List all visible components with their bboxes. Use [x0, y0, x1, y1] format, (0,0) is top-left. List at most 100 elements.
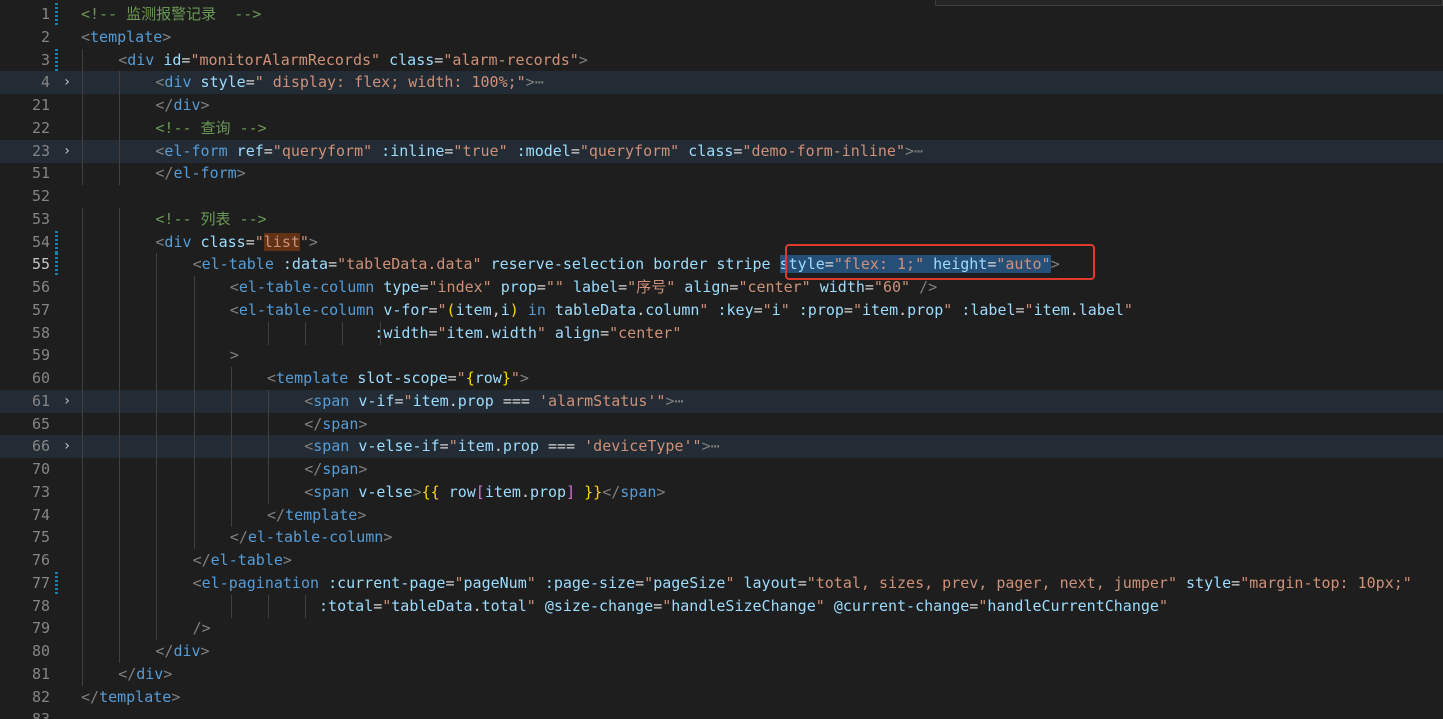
indent-guide — [230, 458, 232, 481]
code-token: " — [1158, 596, 1168, 615]
code-token: " — [692, 437, 702, 456]
code-content: <span v-else-if="item.prop === 'deviceTy… — [304, 435, 719, 458]
indent-guide — [230, 389, 232, 413]
code-line[interactable]: 80 </div> — [0, 640, 1443, 663]
code-content: </div> — [118, 663, 172, 686]
code-line[interactable]: 79 /> — [0, 617, 1443, 641]
code-line[interactable]: 78 :total="tableData.total" @size-change… — [0, 594, 1443, 618]
indent-guide — [82, 617, 83, 641]
indent-guide — [156, 412, 158, 436]
code-token: template — [90, 27, 163, 46]
code-line[interactable]: 51 </el-form> — [0, 162, 1443, 186]
code-token: " — [437, 300, 447, 319]
code-content: <template> — [81, 26, 171, 49]
code-token: " — [454, 573, 464, 592]
indent-guide — [119, 253, 121, 277]
code-line[interactable]: 3 <div id="monitorAlarmRecords" class="al… — [0, 48, 1443, 72]
code-token: " — [762, 300, 772, 319]
code-line[interactable]: 52 — [0, 185, 1443, 208]
fold-chevron-icon[interactable]: › — [60, 140, 74, 163]
code-token: </ — [229, 528, 248, 547]
code-line[interactable]: 22 <!-- 查询 --> — [0, 116, 1443, 140]
code-line[interactable]: 56 <el-table-column type="index" prop="" … — [0, 276, 1443, 299]
indent-guide — [119, 571, 121, 595]
line-number: 78 — [31, 596, 50, 615]
code-token: :prop — [798, 300, 844, 319]
fold-chevron-icon[interactable]: › — [60, 390, 74, 413]
code-editor[interactable]: 1 <!-- 监测报警记录 --> 2 <template> 3 <div id="mon… — [0, 0, 1443, 719]
code-token: > — [578, 50, 588, 69]
code-token: </ — [81, 687, 100, 706]
code-token: </ — [304, 460, 323, 478]
code-line[interactable]: 55 <el-table :data="tableData.data" reser… — [0, 253, 1443, 277]
indent-guide — [82, 298, 83, 322]
code-line[interactable]: 65 </span> — [0, 412, 1443, 436]
indent-guide — [82, 526, 83, 550]
code-line[interactable]: 57 <el-table-column v-for="(item,i) in ta… — [0, 298, 1443, 322]
code-token: " — [1024, 300, 1034, 319]
code-token: < — [192, 255, 202, 274]
code-token: item — [455, 300, 492, 319]
indent-guide — [119, 116, 121, 140]
code-token: 'deviceType' — [584, 437, 693, 456]
code-line[interactable]: 54 <div class="list"> — [0, 230, 1443, 254]
code-line[interactable]: 76 </el-table> — [0, 549, 1443, 572]
code-line[interactable]: 82 </template> — [0, 686, 1443, 709]
code-token: total — [481, 596, 527, 615]
code-line[interactable]: 53 <!-- 列表 --> — [0, 207, 1443, 231]
code-line[interactable]: 4 › <div style=" display: flex; width: 100… — [0, 71, 1443, 95]
code-content: </div> — [155, 94, 209, 117]
code-token: "index" — [428, 278, 492, 296]
fold-chevron-icon[interactable]: › — [60, 435, 74, 458]
indent-guide — [119, 389, 121, 413]
code-token: > — [162, 27, 172, 46]
code-line[interactable]: 81 </div> — [0, 662, 1443, 686]
code-token: < — [229, 300, 239, 319]
code-line[interactable]: 66 › <span v-else-if="item.prop === 'devic… — [0, 435, 1443, 459]
code-line[interactable]: 58 :width="item.width" align="center" — [0, 321, 1443, 345]
code-line[interactable]: 70 </span> — [0, 458, 1443, 481]
code-token: span — [620, 482, 657, 501]
code-line[interactable]: 60 <template slot-scope="{row}"> — [0, 367, 1443, 390]
code-token: /> — [919, 278, 938, 296]
code-content: </span> — [304, 458, 367, 481]
code-token: prop — [529, 482, 567, 501]
code-line[interactable]: 59 > — [0, 344, 1443, 368]
code-line[interactable]: 61 › <span v-if="item.prop === 'alarmStatu… — [0, 389, 1443, 413]
indent-guide — [156, 458, 158, 481]
code-line[interactable]: 75 </el-table-column> — [0, 526, 1443, 550]
code-token: = — [635, 573, 645, 592]
code-token: in — [527, 300, 546, 319]
line-number: 76 — [31, 551, 50, 569]
code-token: template — [276, 369, 349, 387]
indent-guide — [193, 367, 195, 390]
code-line[interactable]: 74 </template> — [0, 503, 1443, 527]
code-token: " — [299, 232, 309, 251]
code-line[interactable]: 2 <template> — [0, 26, 1443, 49]
code-line[interactable]: 21 </div> — [0, 94, 1443, 117]
code-line[interactable]: 23 › <el-form ref="queryform" :inline="tru… — [0, 139, 1443, 163]
code-token: > — [383, 528, 393, 547]
line-number: 59 — [31, 346, 50, 365]
indent-guide — [82, 344, 83, 368]
indent-guide — [268, 435, 269, 459]
code-token: = — [445, 573, 455, 592]
code-line[interactable]: 77 <el-pagination :current-page="pageNum"… — [0, 571, 1443, 595]
code-line[interactable]: 1 <!-- 监测报警记录 --> — [0, 3, 1443, 26]
line-number: 79 — [31, 619, 50, 638]
code-token: ⋯ — [914, 141, 924, 160]
indent-guide — [230, 480, 232, 504]
code-line[interactable]: 83 — [0, 708, 1443, 719]
fold-chevron-icon[interactable]: › — [60, 71, 74, 94]
code-token: > — [200, 96, 210, 114]
code-token: </ — [267, 505, 286, 524]
code-line[interactable]: 73 <span v-else>{{ row[item.prop] }}</spa… — [0, 480, 1443, 504]
